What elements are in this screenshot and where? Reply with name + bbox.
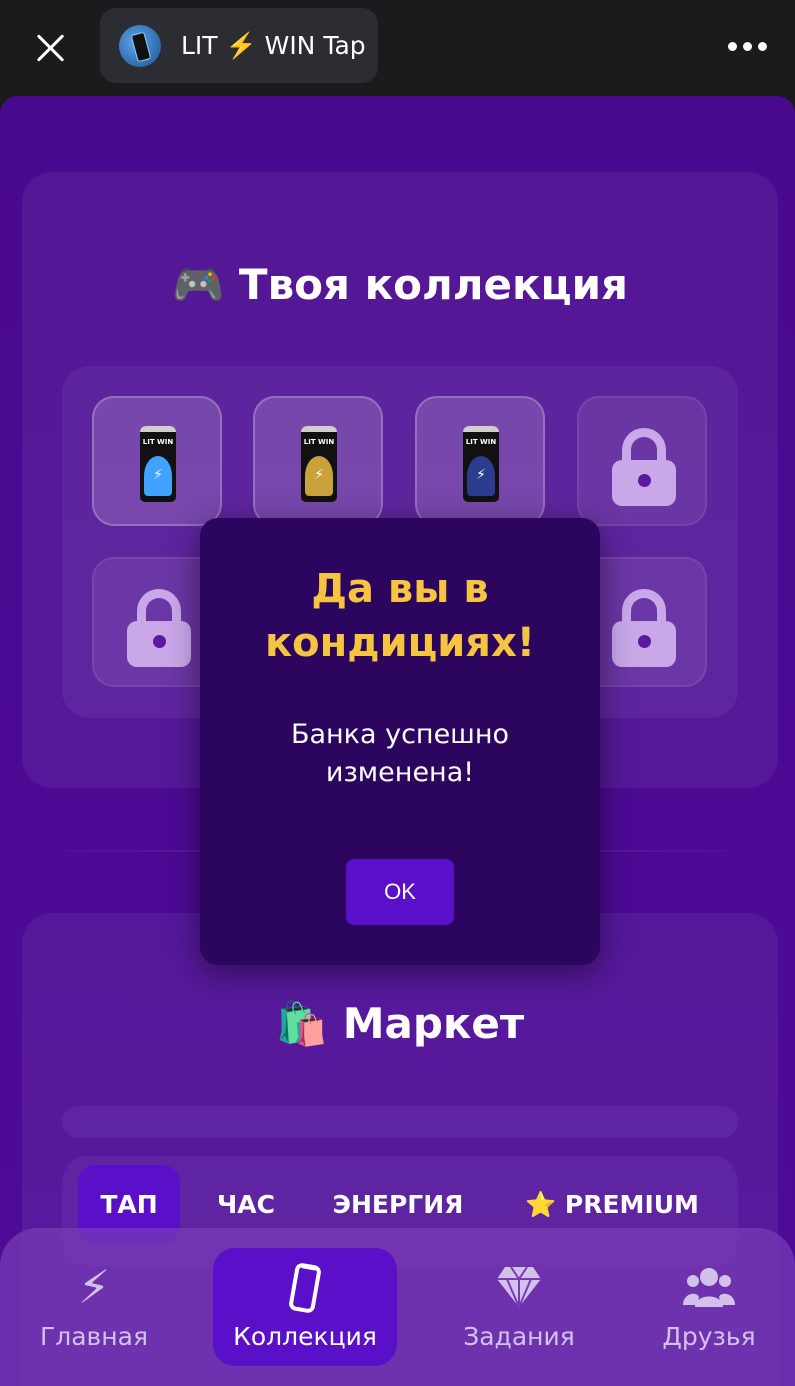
app-title-pill[interactable]: LIT ⚡️ WIN Tap (100, 8, 378, 83)
lock-icon (127, 589, 191, 667)
collection-title-text: Твоя коллекция (238, 260, 628, 309)
can-image-classic: LIT WIN ⚡ (140, 426, 176, 502)
more-horizontal-icon[interactable] (728, 38, 772, 54)
can-image-dark-blue: LIT WIN ⚡ (463, 426, 499, 502)
ok-button[interactable]: OK (346, 859, 454, 925)
dialog-message: Банка успешно изменена! (290, 719, 510, 788)
nav-label-collection: Коллекция (233, 1322, 377, 1351)
collection-title: 🎮 Твоя коллекция (22, 260, 778, 310)
app-title: LIT ⚡️ WIN Tap (181, 31, 366, 60)
nav-label-tasks: Задания (463, 1322, 575, 1351)
diamond-icon (427, 1260, 611, 1314)
nav-item-home[interactable]: ⚡ Главная (2, 1248, 186, 1366)
lightning-icon: ⚡ (77, 1260, 111, 1314)
shopping-bags-icon: 🛍️ (275, 999, 329, 1048)
nav-label-friends: Друзья (662, 1322, 756, 1351)
top-bar: LIT ⚡️ WIN Tap (0, 0, 795, 96)
nav-label-home: Главная (40, 1322, 148, 1351)
collection-slot-4[interactable] (577, 396, 707, 526)
can-image-gold: LIT WIN ⚡ (301, 426, 337, 502)
close-icon[interactable] (30, 28, 70, 68)
collection-slot-1[interactable]: LIT WIN ⚡ (92, 396, 222, 526)
collection-slot-2[interactable]: LIT WIN ⚡ (253, 396, 383, 526)
users-icon (617, 1260, 795, 1314)
nav-item-collection[interactable]: Коллекция (213, 1248, 397, 1366)
market-bar (62, 1106, 738, 1138)
market-title-text: Маркет (342, 999, 525, 1048)
lock-icon (612, 428, 676, 506)
bottom-nav: ⚡ Главная Коллекция Задания Друзья (0, 1228, 795, 1386)
gamepad-icon: 🎮 (172, 260, 225, 309)
success-dialog: Да вы в кондициях! Банка успешно изменен… (200, 518, 600, 965)
market-title: 🛍️ Маркет (22, 999, 778, 1049)
app-avatar (119, 25, 161, 67)
can-icon (213, 1260, 397, 1314)
dialog-title: Да вы в кондициях! (265, 566, 535, 666)
nav-item-friends[interactable]: Друзья (617, 1248, 795, 1366)
collection-slot-3[interactable]: LIT WIN ⚡ (415, 396, 545, 526)
nav-item-tasks[interactable]: Задания (427, 1248, 611, 1366)
lock-icon (612, 589, 676, 667)
